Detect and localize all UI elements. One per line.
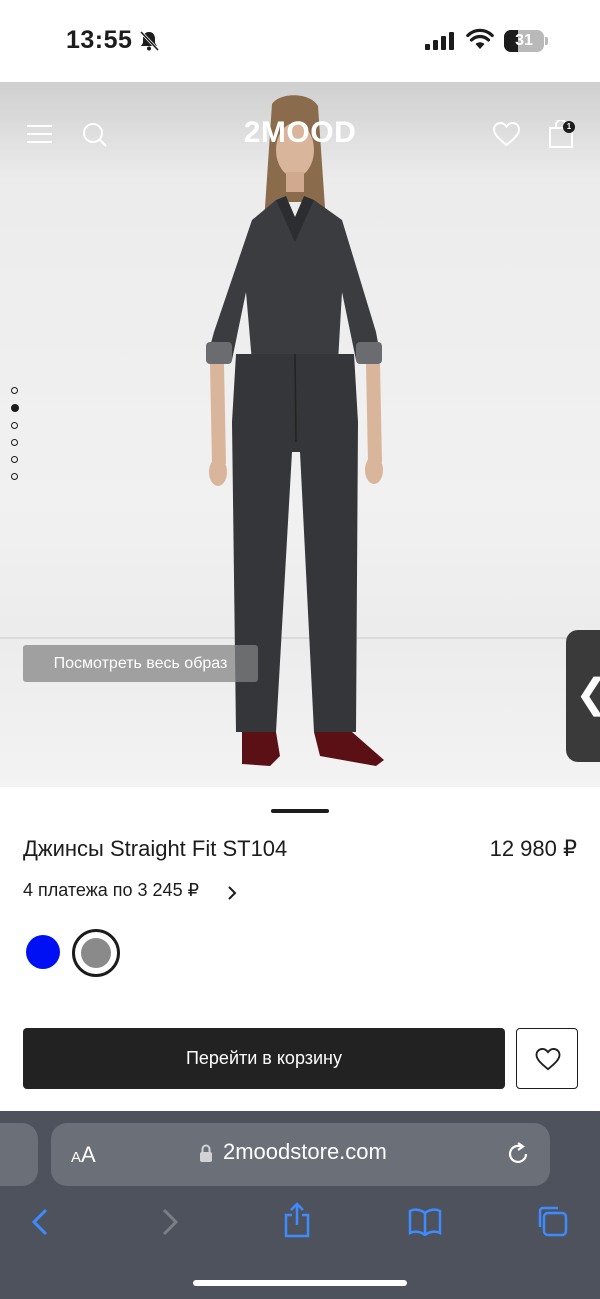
heart-icon[interactable] <box>493 122 520 147</box>
cellular-signal-icon <box>425 32 454 50</box>
forward-icon[interactable] <box>160 1207 180 1237</box>
product-name: Джинсы Straight Fit ST104 <box>23 836 288 861</box>
view-outfit-button[interactable]: Посмотреть весь образ <box>23 645 258 682</box>
tabs-icon[interactable] <box>536 1205 568 1237</box>
product-price: 12 980 ₽ <box>489 836 577 861</box>
gallery-dot[interactable] <box>11 473 18 480</box>
wifi-icon <box>466 28 494 49</box>
status-time: 13:55 <box>66 26 133 54</box>
gallery-pagination <box>11 387 21 490</box>
previous-tab[interactable] <box>0 1123 38 1186</box>
reload-icon[interactable] <box>505 1141 531 1167</box>
chevron-right-icon[interactable] <box>226 884 238 902</box>
home-indicator[interactable] <box>193 1280 407 1286</box>
gallery-dot[interactable] <box>11 456 18 463</box>
cart-count-badge: 1 <box>563 121 575 133</box>
gallery-dot-active[interactable] <box>11 404 19 412</box>
color-swatch-grey-selected[interactable] <box>72 929 120 977</box>
share-icon[interactable] <box>283 1202 311 1238</box>
gallery-dot[interactable] <box>11 387 18 394</box>
sheet-grabber[interactable] <box>271 809 329 813</box>
status-bar: 13:55 31 <box>0 0 600 82</box>
url-text[interactable]: 2moodstore.com <box>223 1139 387 1165</box>
gallery-dot[interactable] <box>11 422 18 429</box>
gallery-dot[interactable] <box>11 439 18 446</box>
address-bar[interactable]: AA 2moodstore.com <box>51 1123 550 1186</box>
color-swatch-blue[interactable] <box>26 935 60 969</box>
muted-bell-icon <box>139 30 160 52</box>
chevron-left-icon: ❮ <box>575 674 600 714</box>
bookmarks-icon[interactable] <box>408 1208 442 1236</box>
back-icon[interactable] <box>30 1207 50 1237</box>
installments-link[interactable]: 4 платежа по 3 245 ₽ <box>23 880 199 901</box>
battery-level: 31 <box>515 32 533 49</box>
text-size-button[interactable]: AA <box>71 1142 96 1168</box>
side-panel-tab[interactable]: ❮ <box>566 630 600 762</box>
battery-indicator: 31 <box>504 30 548 52</box>
add-to-favorites-button[interactable] <box>516 1028 578 1089</box>
heart-icon <box>535 1048 561 1071</box>
go-to-cart-button[interactable]: Перейти в корзину <box>23 1028 505 1089</box>
lock-icon <box>200 1144 212 1162</box>
